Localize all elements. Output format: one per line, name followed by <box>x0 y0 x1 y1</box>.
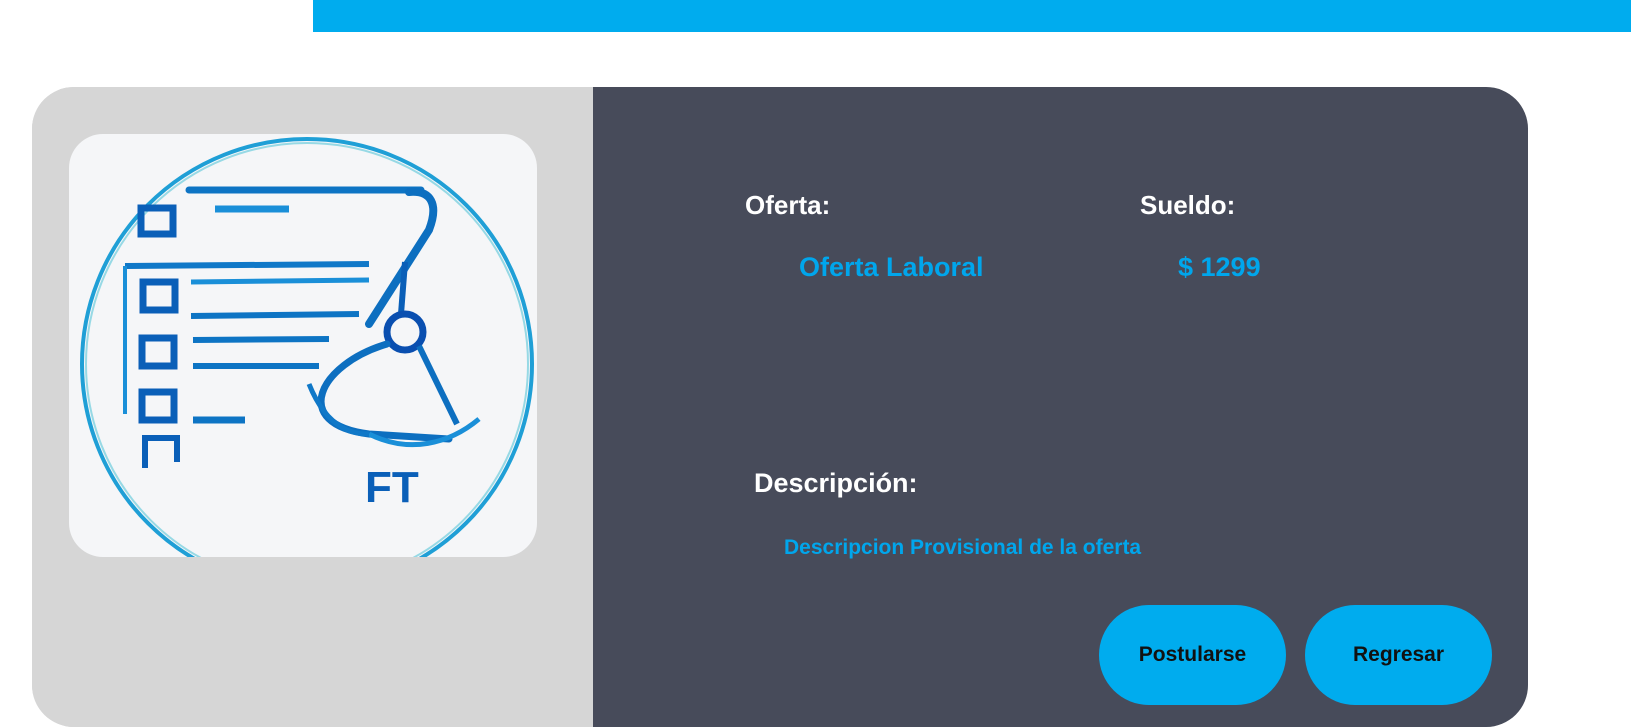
offer-image: FT <box>69 134 537 557</box>
offer-image-panel: FT <box>32 87 593 727</box>
offer-title-label: Oferta: <box>745 190 831 220</box>
description-value: Descripcion Provisional de la oferta <box>784 536 1142 559</box>
salary-value: $ 1299 <box>1178 252 1261 282</box>
description-label: Descripción: <box>754 468 918 498</box>
top-header-bar <box>313 0 1631 32</box>
logo-letters: FT <box>365 463 419 512</box>
offer-details-panel: Oferta: Oferta Laboral Sueldo: $ 1299 De… <box>593 87 1528 727</box>
offer-title-value: Oferta Laboral <box>799 252 984 282</box>
apply-button[interactable]: Postularse <box>1099 605 1286 705</box>
job-offer-form-icon: FT <box>80 137 534 557</box>
offer-card: FT Oferta: Oferta Laboral Sueldo: $ 1299… <box>32 87 1528 727</box>
back-button[interactable]: Regresar <box>1305 605 1492 705</box>
salary-label: Sueldo: <box>1140 190 1236 220</box>
